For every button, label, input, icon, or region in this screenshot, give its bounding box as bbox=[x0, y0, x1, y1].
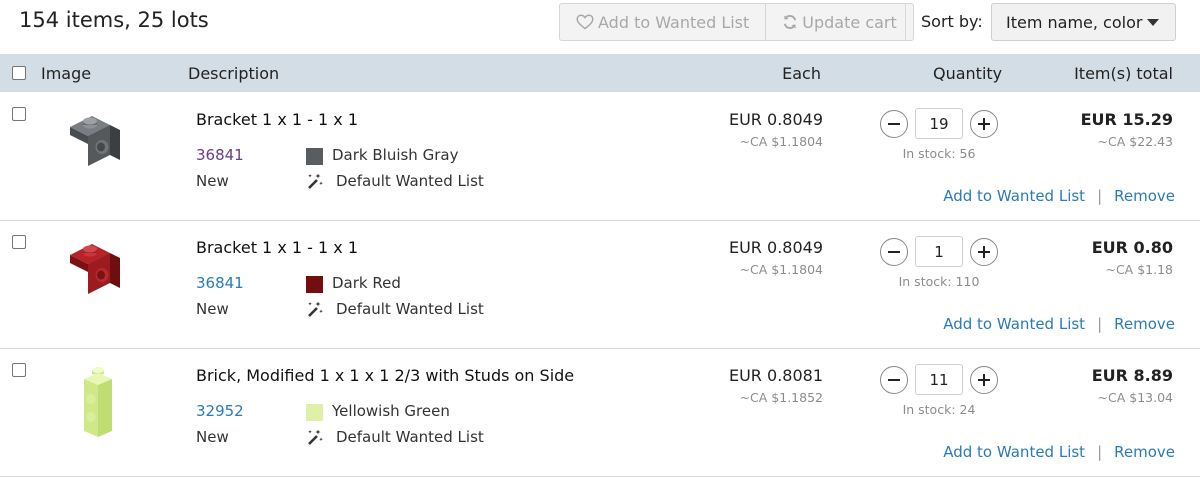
item-name-link[interactable]: Bracket 1 x 1 - 1 x 1 bbox=[196, 238, 358, 257]
quantity-increase-button[interactable] bbox=[970, 110, 998, 138]
magic-wand-icon bbox=[306, 172, 324, 190]
cart-row: Bracket 1 x 1 - 1 x 1 36841 New Dark Blu… bbox=[0, 93, 1200, 221]
quantity-decrease-button[interactable] bbox=[880, 366, 908, 394]
row-select-checkbox[interactable] bbox=[12, 235, 26, 249]
line-total: EUR 0.80 bbox=[1091, 238, 1173, 257]
column-header-image: Image bbox=[41, 64, 92, 83]
plus-icon bbox=[978, 246, 990, 258]
plus-icon bbox=[978, 374, 990, 386]
part-image[interactable] bbox=[60, 105, 136, 181]
part-number-link[interactable]: 36841 bbox=[196, 274, 244, 292]
line-total: EUR 15.29 bbox=[1080, 110, 1173, 129]
quantity-increase-button[interactable] bbox=[970, 238, 998, 266]
heart-outline-icon bbox=[576, 14, 594, 30]
plus-icon bbox=[978, 118, 990, 130]
remove-link[interactable]: Remove bbox=[1114, 187, 1175, 205]
color-name: Dark Red bbox=[332, 274, 401, 292]
cart-toolbar: 154 items, 25 lots Add to Wanted List Up… bbox=[0, 0, 1200, 54]
quantity-increase-button[interactable] bbox=[970, 366, 998, 394]
quantity-decrease-button[interactable] bbox=[880, 238, 908, 266]
unit-price: EUR 0.8049 bbox=[728, 238, 823, 257]
quantity-input[interactable]: 11 bbox=[915, 364, 963, 395]
color-name: Yellowish Green bbox=[332, 402, 450, 420]
color-swatch bbox=[306, 276, 323, 293]
cart-row: Brick, Modified 1 x 1 x 1 2/3 with Studs… bbox=[0, 349, 1200, 477]
add-to-wanted-list-label: Add to Wanted List bbox=[598, 12, 750, 32]
row-actions: Add to Wanted List | Remove bbox=[943, 187, 1175, 205]
remove-link[interactable]: Remove bbox=[1114, 443, 1175, 461]
unit-price-converted: ~CA $1.1804 bbox=[739, 262, 823, 277]
stock-count: In stock: 110 bbox=[898, 274, 980, 289]
column-header-quantity: Quantity bbox=[933, 64, 1003, 83]
cart-actions: Add to Wanted List Update cart bbox=[559, 3, 914, 41]
line-total-converted: ~CA $13.04 bbox=[1097, 390, 1173, 405]
add-to-wanted-list-link[interactable]: Add to Wanted List bbox=[943, 443, 1085, 461]
line-total-converted: ~CA $1.18 bbox=[1105, 262, 1173, 277]
item-condition: New bbox=[196, 172, 229, 190]
table-header: Image Description Each Quantity Item(s) … bbox=[0, 54, 1200, 92]
color-swatch bbox=[306, 148, 323, 165]
column-header-description: Description bbox=[188, 64, 280, 83]
quantity-decrease-button[interactable] bbox=[880, 110, 908, 138]
line-total: EUR 8.89 bbox=[1091, 366, 1173, 385]
unit-price-converted: ~CA $1.1852 bbox=[739, 390, 823, 405]
sort-select[interactable]: Item name, color bbox=[991, 3, 1176, 41]
action-divider: | bbox=[1097, 187, 1103, 205]
item-condition: New bbox=[196, 300, 229, 318]
column-header-total: Item(s) total bbox=[1074, 64, 1173, 83]
toolbar-divider bbox=[905, 4, 906, 40]
part-number-link[interactable]: 36841 bbox=[196, 146, 244, 164]
minus-icon bbox=[888, 251, 900, 253]
sort-select-value: Item name, color bbox=[1006, 12, 1143, 32]
part-image[interactable] bbox=[60, 361, 136, 437]
quantity-input[interactable]: 1 bbox=[915, 236, 963, 267]
refresh-icon bbox=[782, 14, 798, 30]
row-select-checkbox[interactable] bbox=[12, 107, 26, 121]
magic-wand-icon bbox=[306, 428, 324, 446]
magic-wand-icon bbox=[306, 300, 324, 318]
sort-label: Sort by: bbox=[921, 12, 983, 31]
item-condition: New bbox=[196, 428, 229, 446]
minus-icon bbox=[888, 123, 900, 125]
line-total-converted: ~CA $22.43 bbox=[1097, 134, 1173, 149]
unit-price: EUR 0.8081 bbox=[728, 366, 823, 385]
action-divider: | bbox=[1097, 443, 1103, 461]
select-all-checkbox[interactable] bbox=[12, 66, 26, 80]
add-to-wanted-list-link[interactable]: Add to Wanted List bbox=[943, 187, 1085, 205]
color-name: Dark Bluish Gray bbox=[332, 146, 459, 164]
item-name-link[interactable]: Bracket 1 x 1 - 1 x 1 bbox=[196, 110, 358, 129]
wanted-list-name[interactable]: Default Wanted List bbox=[336, 428, 484, 446]
update-cart-label: Update cart bbox=[802, 12, 897, 32]
unit-price-converted: ~CA $1.1804 bbox=[739, 134, 823, 149]
wanted-list-name[interactable]: Default Wanted List bbox=[336, 172, 484, 190]
column-header-each: Each bbox=[782, 64, 821, 83]
stock-count: In stock: 24 bbox=[902, 402, 976, 417]
add-to-wanted-list-button[interactable]: Add to Wanted List bbox=[560, 4, 765, 40]
add-to-wanted-list-link[interactable]: Add to Wanted List bbox=[943, 315, 1085, 333]
stock-count: In stock: 56 bbox=[902, 146, 976, 161]
unit-price: EUR 0.8049 bbox=[728, 110, 823, 129]
part-number-link[interactable]: 32952 bbox=[196, 402, 244, 420]
row-select-checkbox[interactable] bbox=[12, 363, 26, 377]
row-actions: Add to Wanted List | Remove bbox=[943, 443, 1175, 461]
item-name-link[interactable]: Brick, Modified 1 x 1 x 1 2/3 with Studs… bbox=[196, 366, 574, 385]
part-image[interactable] bbox=[60, 233, 136, 309]
color-swatch bbox=[306, 404, 323, 421]
caret-down-icon bbox=[1147, 19, 1159, 26]
minus-icon bbox=[888, 379, 900, 381]
cart-summary: 154 items, 25 lots bbox=[19, 8, 209, 32]
cart-row: Bracket 1 x 1 - 1 x 1 36841 New Dark Red… bbox=[0, 221, 1200, 349]
quantity-input[interactable]: 19 bbox=[915, 108, 963, 139]
remove-link[interactable]: Remove bbox=[1114, 315, 1175, 333]
wanted-list-name[interactable]: Default Wanted List bbox=[336, 300, 484, 318]
action-divider: | bbox=[1097, 315, 1103, 333]
row-actions: Add to Wanted List | Remove bbox=[943, 315, 1175, 333]
update-cart-button[interactable]: Update cart bbox=[765, 4, 912, 40]
